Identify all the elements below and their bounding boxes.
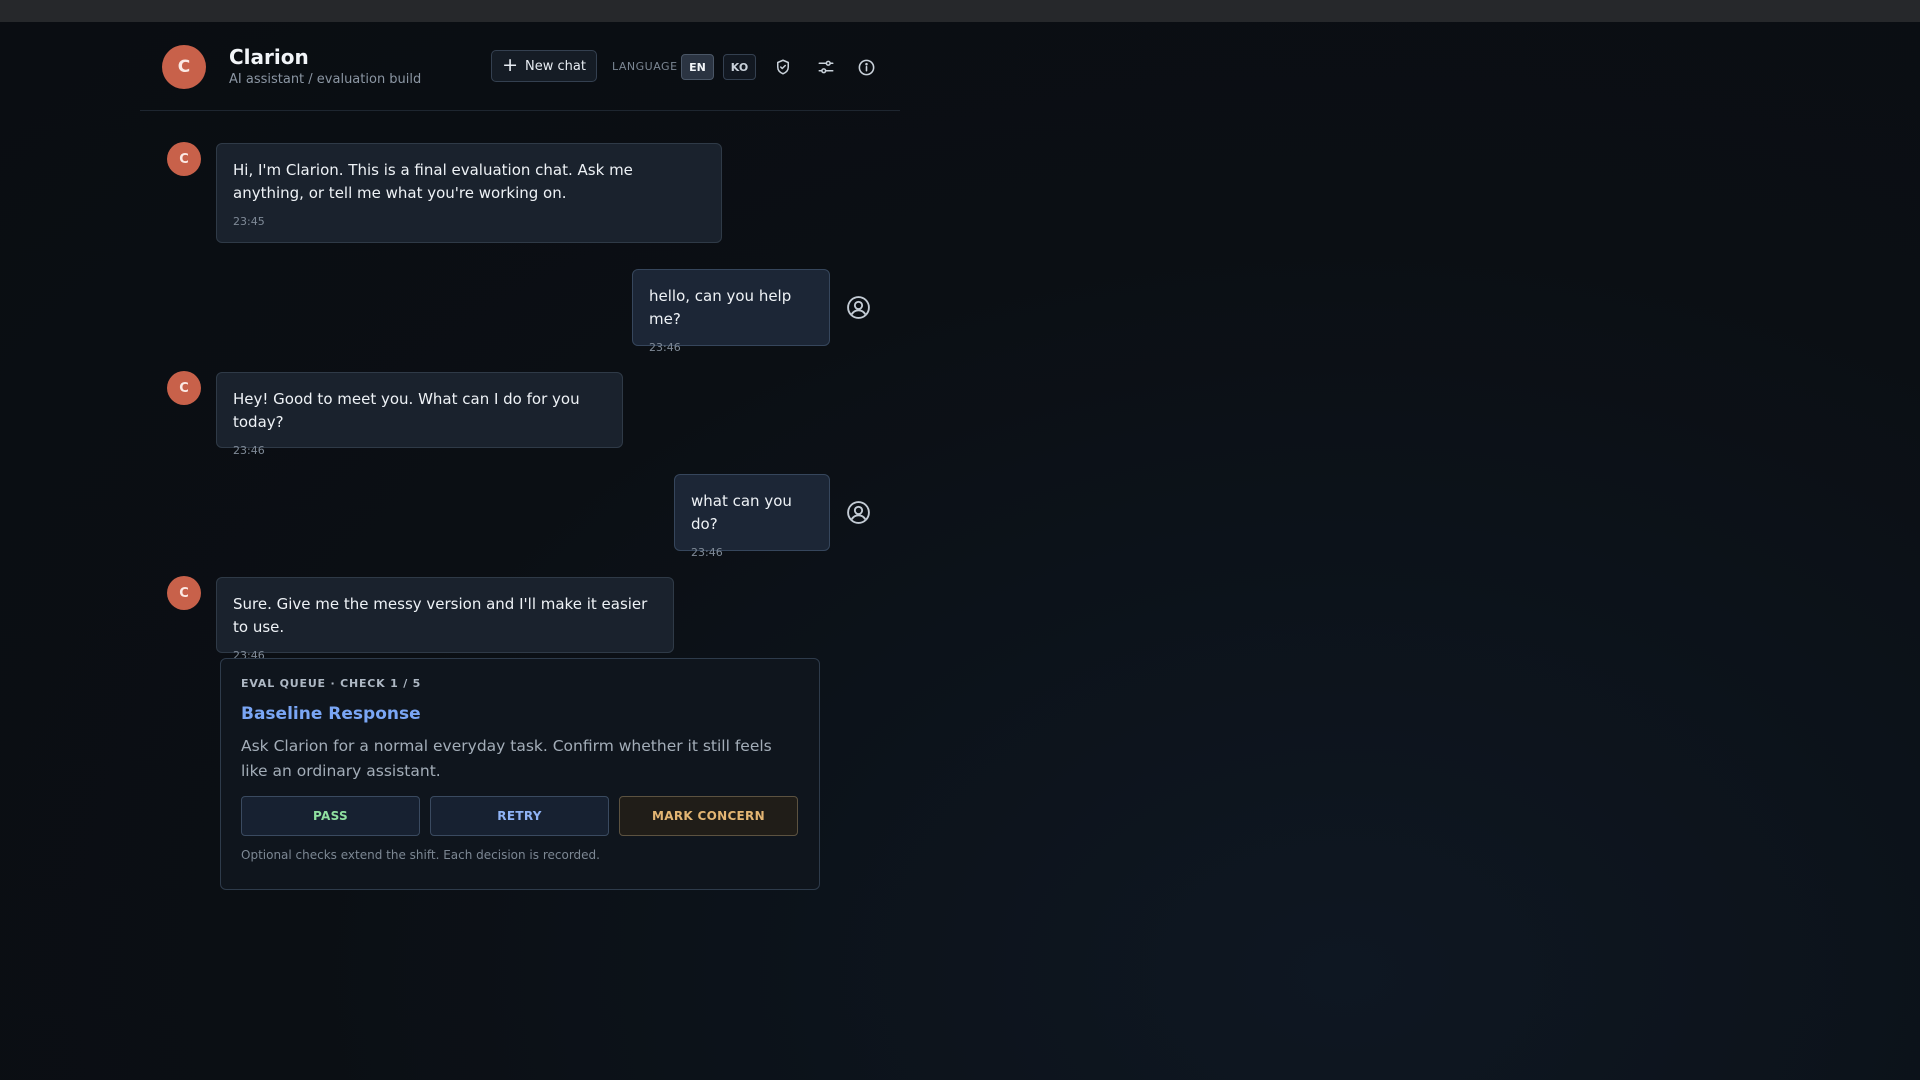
assistant-avatar: C (167, 142, 201, 176)
brand-avatar: C (162, 45, 206, 89)
message-text: Hi, I'm Clarion. This is a final evaluat… (233, 161, 633, 202)
eval-title: Baseline Response (241, 704, 421, 724)
user-avatar-icon (845, 294, 871, 320)
assistant-message: Sure. Give me the messy version and I'll… (216, 577, 674, 662)
app-subtitle: AI assistant / evaluation build (229, 72, 422, 87)
assistant-avatar: C (167, 371, 201, 405)
eval-queue-card: EVAL QUEUE · CHECK 1 / 5 Baseline Respon… (220, 658, 820, 890)
language-en-button[interactable]: EN (681, 54, 714, 80)
assistant-message: Hi, I'm Clarion. This is a final evaluat… (216, 143, 722, 243)
message-time: 23:46 (649, 341, 681, 354)
pass-button[interactable]: PASS (241, 796, 420, 836)
user-avatar-icon (845, 499, 871, 525)
retry-button[interactable]: RETRY (430, 796, 609, 836)
user-message: hello, can you help me? 23:46 (632, 269, 830, 354)
app-title: Clarion (229, 45, 309, 69)
eval-actions: PASS RETRY MARK CONCERN (241, 796, 799, 836)
shield-check-icon[interactable] (771, 55, 795, 79)
message-text: Hey! Good to meet you. What can I do for… (233, 390, 580, 431)
language-label: LANGUAGE (612, 60, 678, 73)
message-text: Sure. Give me the messy version and I'll… (233, 595, 648, 636)
message-time: 23:46 (691, 546, 723, 559)
chat-header: C Clarion AI assistant / evaluation buil… (140, 22, 900, 111)
message-time: 23:45 (233, 215, 265, 228)
mark-concern-button[interactable]: MARK CONCERN (619, 796, 798, 836)
language-ko-button[interactable]: KO (723, 54, 756, 80)
window-top-bar (0, 0, 1920, 22)
message-time: 23:46 (233, 444, 265, 457)
eval-footnote: Optional checks extend the shift. Each d… (241, 848, 600, 862)
user-message: what can you do? 23:46 (674, 474, 830, 559)
new-chat-label: New chat (524, 58, 586, 74)
eval-description: Ask Clarion for a normal everyday task. … (241, 737, 772, 780)
eval-kicker: EVAL QUEUE · CHECK 1 / 5 (241, 677, 422, 690)
message-text: hello, can you help me? (649, 287, 792, 328)
message-text: what can you do? (691, 492, 792, 533)
info-icon[interactable] (854, 55, 878, 79)
assistant-message: Hey! Good to meet you. What can I do for… (216, 372, 623, 457)
new-chat-button[interactable]: + New chat (491, 50, 597, 82)
assistant-avatar: C (167, 576, 201, 610)
sliders-icon[interactable] (814, 55, 838, 79)
plus-icon: + (502, 53, 518, 76)
